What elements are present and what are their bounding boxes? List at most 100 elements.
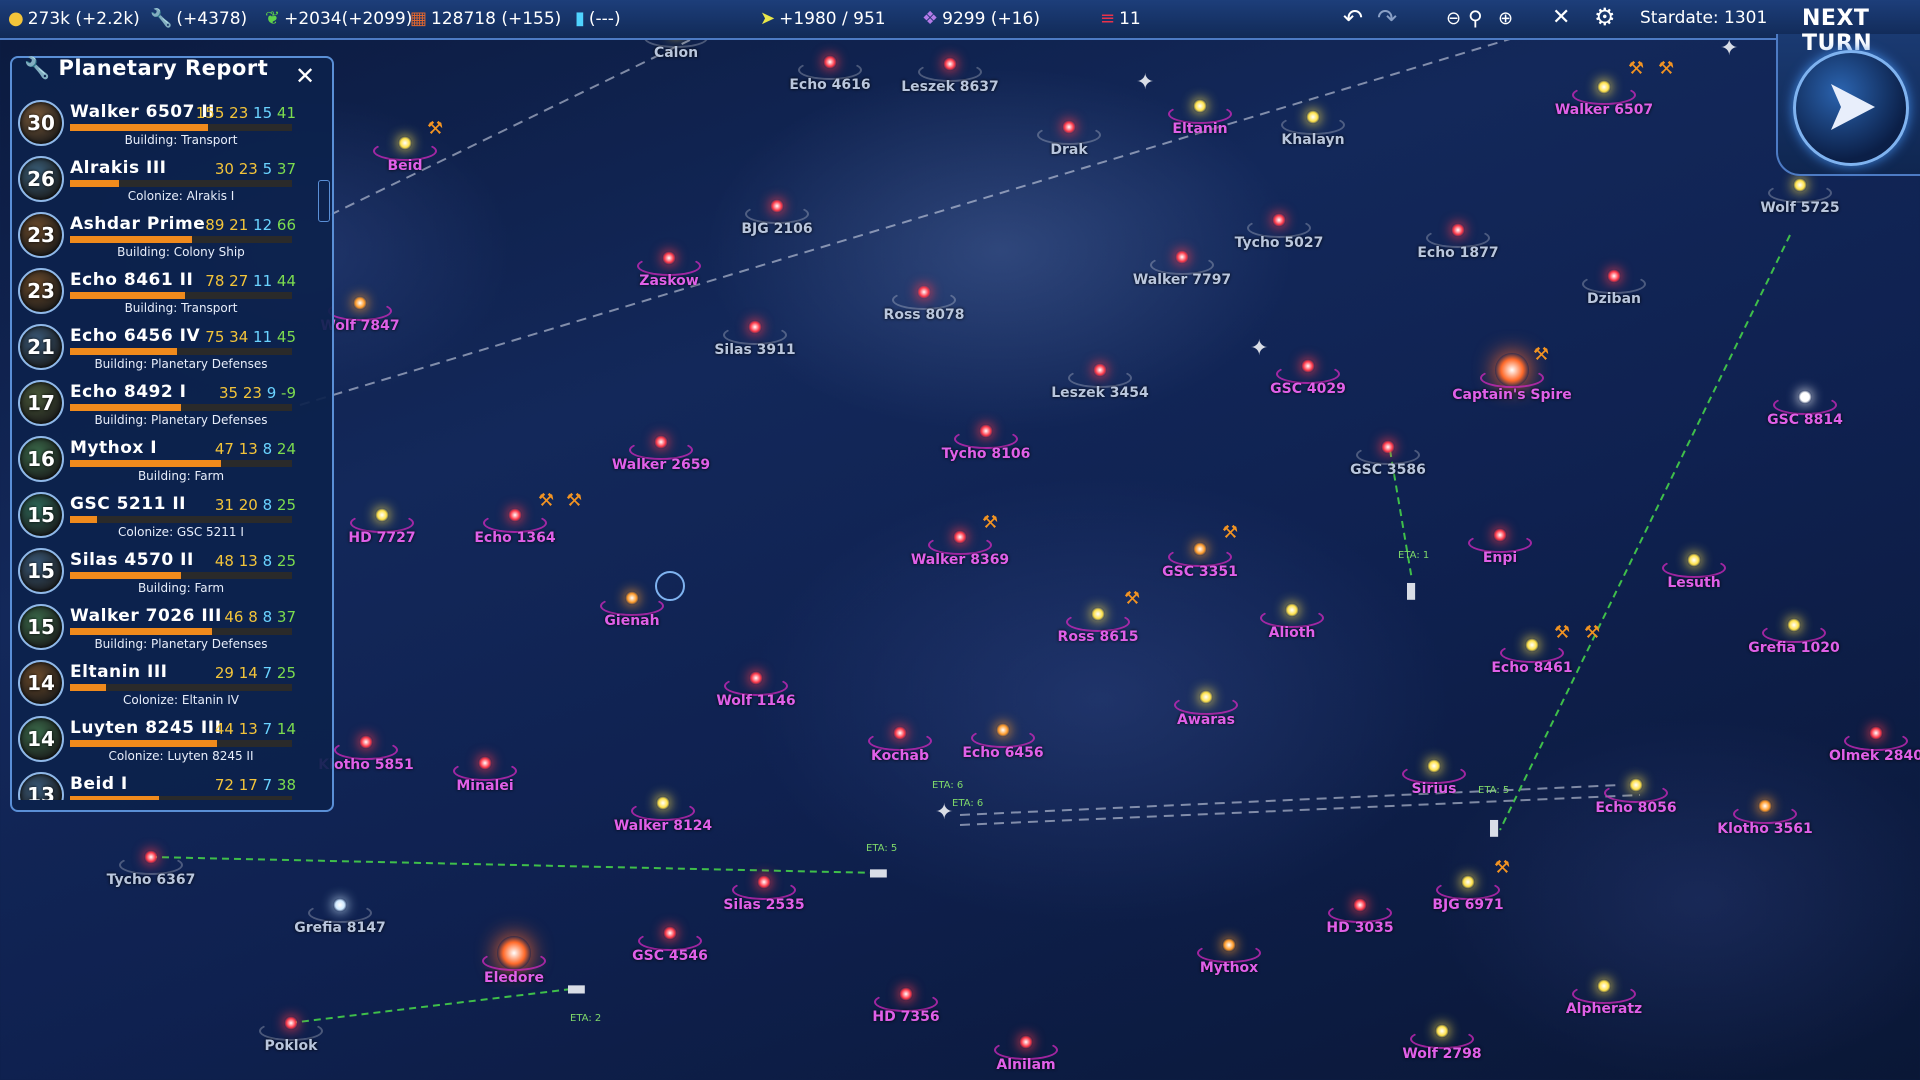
ship-icon[interactable]: ▮	[1405, 578, 1417, 603]
star-system[interactable]: Tycho 6367	[107, 850, 195, 888]
star-system[interactable]: Tycho 8106	[942, 424, 1030, 462]
star-name: Leszek 8637	[901, 79, 999, 95]
star-system[interactable]: Walker 6507	[1555, 80, 1653, 118]
star-system[interactable]: Awaras	[1174, 690, 1238, 728]
star-system[interactable]: Mythox	[1197, 938, 1261, 976]
star-system[interactable]: BJG 2106	[741, 199, 813, 237]
planet-row[interactable]: 17 Echo 8492 I 35 23 9 -9 Building: Plan…	[14, 374, 314, 430]
gear-icon[interactable]: ⚙	[1594, 3, 1616, 31]
star-system[interactable]: Echo 8056	[1595, 778, 1677, 816]
planet-row[interactable]: 15 Silas 4570 II 48 13 8 25 Building: Fa…	[14, 542, 314, 598]
star-system[interactable]: Silas 2535	[723, 875, 805, 913]
planet-row[interactable]: 14 Eltanin III 29 14 7 25 Colonize: Elta…	[14, 654, 314, 710]
star-system[interactable]: Eledore	[482, 936, 546, 986]
panel-scroll-handle[interactable]	[318, 180, 330, 222]
star-system[interactable]: Echo 4616	[789, 55, 871, 93]
star-system[interactable]: Minalei	[453, 756, 517, 794]
tools-icon[interactable]: ✕	[1552, 5, 1570, 30]
star-system[interactable]: Echo 8461	[1491, 638, 1573, 676]
star-name: Awaras	[1177, 712, 1235, 728]
star-system[interactable]: Enpi	[1468, 528, 1532, 566]
planet-row[interactable]: 16 Mythox I 47 13 8 24 Building: Farm	[14, 430, 314, 486]
planet-row[interactable]: 23 Ashdar Prime 89 21 12 66 Building: Co…	[14, 206, 314, 262]
star-system[interactable]: Wolf 7847	[320, 296, 400, 334]
star-system[interactable]: Grefia 1020	[1748, 618, 1840, 656]
star-system[interactable]: Grefia 8147	[294, 898, 386, 936]
ship-icon[interactable]: ▬	[566, 976, 587, 1001]
ship-icon[interactable]: ✦	[1250, 336, 1268, 361]
close-icon[interactable]: ✕	[295, 62, 315, 90]
star-system[interactable]: Walker 7797	[1133, 250, 1231, 288]
star-system[interactable]: Wolf 2798	[1402, 1024, 1482, 1062]
star-system[interactable]: Gienah	[600, 591, 664, 629]
star-system[interactable]: Alioth	[1260, 603, 1324, 641]
planet-row[interactable]: 30 Walker 6507 II 155 23 15 41 Building:…	[14, 94, 314, 150]
star-system[interactable]: HD 3035	[1326, 898, 1394, 936]
star-system[interactable]: Leszek 3454	[1051, 363, 1149, 401]
undo-icon[interactable]: ↶	[1343, 4, 1363, 32]
star-system[interactable]: Olmek 2840	[1829, 726, 1920, 764]
star-system[interactable]: Wolf 5725	[1760, 178, 1840, 216]
ship-icon[interactable]: ▮	[1488, 815, 1500, 840]
planet-row[interactable]: 23 Echo 8461 II 78 27 11 44 Building: Tr…	[14, 262, 314, 318]
progress-fill	[70, 404, 181, 411]
star-system[interactable]: Beid	[373, 136, 437, 174]
star-system[interactable]: Echo 1877	[1417, 223, 1499, 261]
star-name: Ross 8078	[883, 307, 965, 323]
star-system[interactable]: Silas 3911	[714, 320, 796, 358]
star-system[interactable]: Khalayn	[1281, 110, 1345, 148]
star-system[interactable]: Dziban	[1582, 269, 1646, 307]
star-system[interactable]: GSC 3586	[1350, 440, 1426, 478]
ship-icon[interactable]: ✦	[1136, 70, 1154, 95]
zoom-in-icon[interactable]: ⊕	[1498, 8, 1513, 29]
zoom-icon[interactable]: ⚲	[1468, 6, 1483, 30]
star-system[interactable]: Alpheratz	[1566, 979, 1642, 1017]
star-system[interactable]: Klotho 5851	[318, 735, 414, 773]
planet-row[interactable]: 14 Luyten 8245 III 44 13 7 14 Colonize: …	[14, 710, 314, 766]
planet-list[interactable]: 30 Walker 6507 II 155 23 15 41 Building:…	[14, 94, 314, 800]
star-system[interactable]: GSC 3351	[1162, 542, 1238, 580]
star-system[interactable]: Lesuth	[1662, 553, 1726, 591]
star-system[interactable]: Sirius	[1402, 759, 1466, 797]
star-system[interactable]: Eltanin	[1168, 99, 1232, 137]
star-system[interactable]: Ross 8078	[884, 285, 964, 323]
stat-industry: 23	[229, 104, 249, 122]
stat-production: 89	[205, 216, 225, 234]
star-system[interactable]: BJG 6971	[1432, 875, 1504, 913]
redo-icon[interactable]: ↷	[1377, 4, 1397, 32]
star-system[interactable]: Tycho 5027	[1235, 213, 1323, 251]
construction-wrench-icon: ⚒	[1554, 622, 1571, 643]
planet-name: Echo 8461 II	[70, 270, 194, 290]
star-system[interactable]: Drak	[1037, 120, 1101, 158]
star-system[interactable]: Wolf 1146	[716, 671, 796, 709]
star-system[interactable]: HD 7356	[872, 987, 940, 1025]
planet-row[interactable]: 15 Walker 7026 III 46 8 8 37 Building: P…	[14, 598, 314, 654]
ship-icon[interactable]: ✦	[935, 800, 953, 825]
star-system[interactable]: Echo 6456	[962, 723, 1044, 761]
star-system[interactable]: Walker 8369	[911, 530, 1009, 568]
star-system[interactable]: Walker 2659	[612, 435, 710, 473]
star-system[interactable]: Alnilam	[994, 1035, 1058, 1073]
star-system[interactable]: Poklok	[259, 1016, 323, 1054]
planet-row[interactable]: 13 Beid I 72 17 7 38	[14, 766, 314, 800]
planet-row[interactable]: 21 Echo 6456 IV 75 34 11 45 Building: Pl…	[14, 318, 314, 374]
planet-level: 15	[27, 503, 55, 527]
star-system[interactable]: Kochab	[868, 726, 932, 764]
star-system[interactable]: HD 7727	[348, 508, 416, 546]
star-system[interactable]: Leszek 8637	[901, 57, 999, 95]
star-system[interactable]: Echo 1364	[474, 508, 556, 546]
star-system[interactable]: Zaskow	[637, 251, 701, 289]
star-system[interactable]: Captain's Spire	[1452, 353, 1572, 403]
planet-level: 16	[27, 447, 55, 471]
star-system[interactable]: Walker 8124	[614, 796, 712, 834]
star-system[interactable]: Ross 8615	[1058, 607, 1138, 645]
ship-icon[interactable]: ▬	[868, 860, 889, 885]
planet-row[interactable]: 15 GSC 5211 II 31 20 8 25 Colonize: GSC …	[14, 486, 314, 542]
zoom-out-icon[interactable]: ⊖	[1446, 8, 1461, 29]
star-system[interactable]: GSC 4546	[632, 926, 708, 964]
planet-row[interactable]: 26 Alrakis III 30 23 5 37 Colonize: Alra…	[14, 150, 314, 206]
star-system[interactable]: GSC 8814	[1767, 390, 1843, 428]
next-turn-button[interactable]	[1793, 50, 1909, 166]
star-system[interactable]: GSC 4029	[1270, 359, 1346, 397]
star-system[interactable]: Klotho 3561	[1717, 799, 1813, 837]
